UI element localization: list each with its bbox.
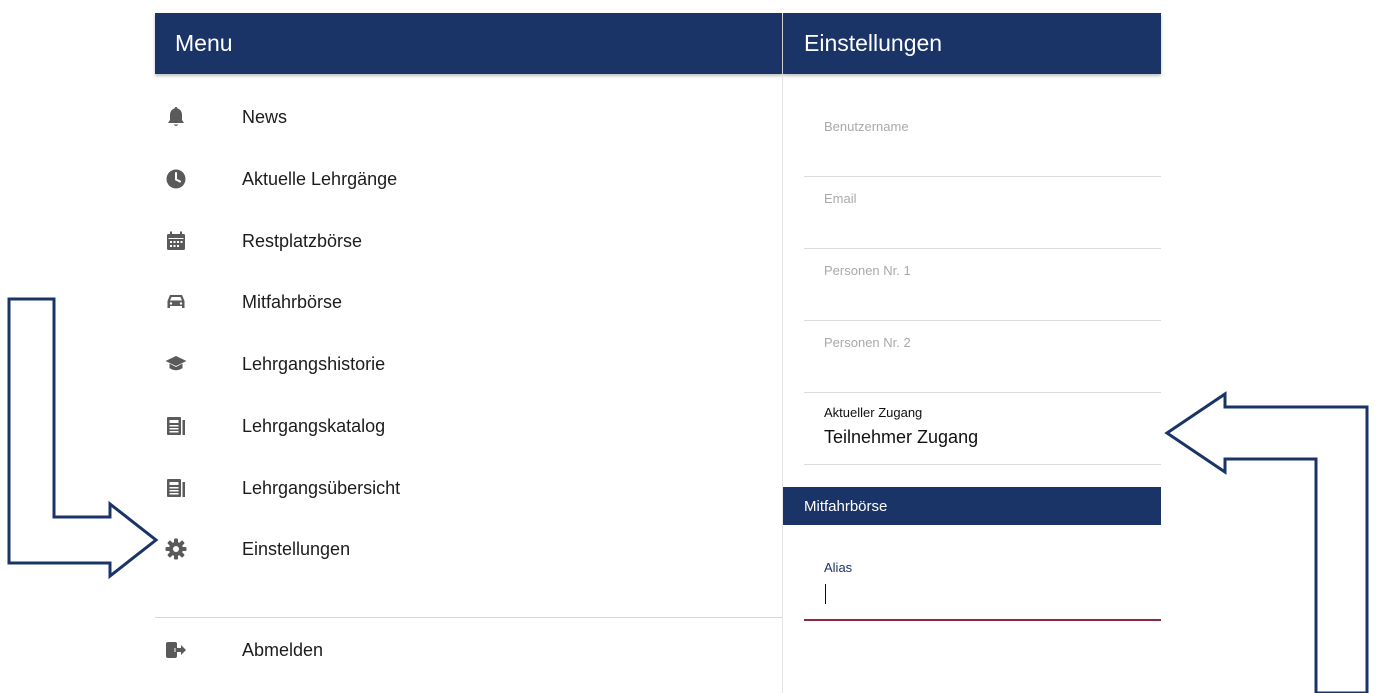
- graduation-cap-icon: [165, 353, 187, 375]
- panel-separator: [782, 13, 783, 693]
- logout-label: Abmelden: [242, 639, 324, 660]
- car-icon: [165, 291, 187, 313]
- menu-item-lehrgangskatalog[interactable]: Lehrgangskatalog: [155, 395, 782, 457]
- menu-item-mitfahrboerse[interactable]: Mitfahrbörse: [155, 271, 782, 333]
- current-access-field: Aktueller Zugang Teilnehmer Zugang: [804, 393, 1161, 465]
- clock-icon: [165, 168, 187, 190]
- menu-item-news[interactable]: News: [155, 86, 782, 148]
- alias-label: Alias: [824, 560, 853, 575]
- menu-item-label: Mitfahrbörse: [242, 291, 343, 312]
- section-header-mitfahrboerse: Mitfahrbörse: [783, 487, 1161, 525]
- menu-item-label: Lehrgangshistorie: [242, 353, 386, 374]
- person-number-2-placeholder: Personen Nr. 2: [824, 335, 911, 350]
- left-annotation-arrow: [7, 297, 159, 580]
- text-cursor: [825, 584, 826, 604]
- menu-title: Menu: [175, 30, 233, 56]
- menu-item-restplatzboerse[interactable]: Restplatzbörse: [155, 210, 782, 272]
- menu-item-label: Einstellungen: [242, 538, 351, 559]
- current-access-label: Aktueller Zugang: [824, 405, 923, 420]
- menu-item-label: Lehrgangsübersicht: [242, 477, 401, 498]
- menu-item-lehrgangsuebersicht[interactable]: Lehrgangsübersicht: [155, 457, 782, 519]
- bell-icon: [165, 106, 187, 128]
- person-number-1-field[interactable]: Personen Nr. 1: [804, 249, 1161, 321]
- person-number-1-placeholder: Personen Nr. 1: [824, 263, 911, 278]
- menu-divider: [155, 617, 782, 618]
- menu-header: Menu: [155, 13, 782, 74]
- settings-title: Einstellungen: [804, 30, 943, 56]
- current-access-value: Teilnehmer Zugang: [824, 427, 979, 447]
- menu-item-label: News: [242, 106, 288, 127]
- newspaper-icon: [165, 415, 187, 437]
- person-number-2-field[interactable]: Personen Nr. 2: [804, 321, 1161, 393]
- menu-item-label: Lehrgangskatalog: [242, 415, 386, 436]
- section-title: Mitfahrbörse: [804, 497, 888, 515]
- menu-item-lehrgangshistorie[interactable]: Lehrgangshistorie: [155, 333, 782, 395]
- calendar-icon: [165, 230, 187, 252]
- sign-out-icon: [165, 639, 187, 661]
- alias-input[interactable]: Alias: [804, 545, 1161, 621]
- email-placeholder: Email: [824, 191, 857, 206]
- menu-item-label: Restplatzbörse: [242, 230, 363, 251]
- menu-item-einstellungen[interactable]: Einstellungen: [155, 518, 782, 580]
- right-annotation-arrow: [1164, 391, 1369, 693]
- settings-header: Einstellungen: [783, 13, 1161, 74]
- newspaper-icon: [165, 477, 187, 499]
- username-field[interactable]: Benutzername: [804, 105, 1161, 177]
- email-field[interactable]: Email: [804, 177, 1161, 249]
- menu-item-aktuelle-lehrgaenge[interactable]: Aktuelle Lehrgänge: [155, 148, 782, 210]
- gear-icon: [165, 538, 187, 560]
- logout-button[interactable]: Abmelden: [155, 619, 782, 681]
- menu-item-label: Aktuelle Lehrgänge: [242, 168, 398, 189]
- username-placeholder: Benutzername: [824, 119, 909, 134]
